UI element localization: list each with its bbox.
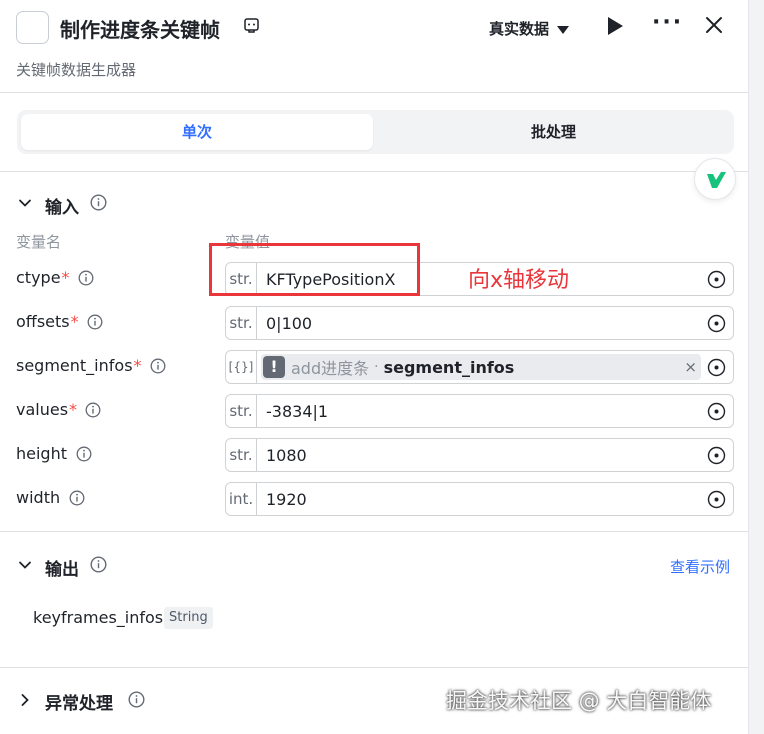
variable-select-icon[interactable] <box>707 314 726 333</box>
variable-select-icon[interactable] <box>707 358 726 377</box>
info-icon[interactable] <box>85 402 101 418</box>
chevron-down-icon[interactable] <box>18 196 32 210</box>
view-example-link[interactable]: 查看示例 <box>670 556 730 577</box>
param-input-values[interactable]: str. -3834|1 <box>225 394 734 428</box>
variable-select-icon[interactable] <box>707 446 726 465</box>
info-icon[interactable] <box>150 358 166 374</box>
scrollbar[interactable] <box>748 0 764 734</box>
column-header-name: 变量名 <box>16 233 62 251</box>
param-input-offsets[interactable]: str. 0|100 <box>225 306 734 340</box>
variable-select-icon[interactable] <box>707 402 726 421</box>
param-label-height: height <box>16 444 92 463</box>
data-mode-dropdown[interactable]: 真实数据 <box>489 18 570 39</box>
annotation-text: 向x轴移动 <box>468 268 570 293</box>
param-value[interactable]: 0|100 <box>257 314 733 333</box>
param-value[interactable]: 1920 <box>257 490 733 509</box>
node-config-panel: 制作进度条关键帧 关键帧数据生成器 真实数据 ··· 单次 批处理 输入 变量名… <box>0 0 748 734</box>
variable-select-icon[interactable] <box>707 490 726 509</box>
watermark: 掘金技术社区 @ 大白智能体 <box>446 689 712 713</box>
run-mode-tabs: 单次 批处理 <box>17 110 734 154</box>
param-value[interactable]: 1080 <box>257 446 733 465</box>
variable-select-icon[interactable] <box>707 270 726 289</box>
output-section-title: 输出 <box>45 560 79 580</box>
param-input-segment-infos[interactable]: [{}] ! add进度条 · segment_infos × <box>225 350 734 384</box>
divider <box>0 667 748 668</box>
param-input-height[interactable]: str. 1080 <box>225 438 734 472</box>
run-play-icon[interactable] <box>608 17 623 35</box>
variable-reference-chip[interactable]: ! add进度条 · segment_infos <box>261 354 701 380</box>
chevron-right-icon[interactable] <box>18 693 32 707</box>
chevron-down-icon[interactable] <box>18 558 32 572</box>
error-section-title: 异常处理 <box>45 694 113 714</box>
tab-single[interactable]: 单次 <box>21 114 373 150</box>
output-variable-name: keyframes_infos <box>33 608 164 627</box>
info-icon[interactable] <box>69 490 85 506</box>
annotation-highlight-box <box>209 243 420 296</box>
divider <box>0 531 748 532</box>
input-section-title: 输入 <box>45 198 79 218</box>
ref-node-name: add进度条 <box>291 359 370 378</box>
assistant-logo-button[interactable] <box>694 158 736 200</box>
info-icon[interactable] <box>76 446 92 462</box>
type-badge: str. <box>226 395 257 427</box>
type-badge: [{}] <box>226 351 257 383</box>
caret-down-icon <box>557 25 570 34</box>
info-icon[interactable] <box>90 194 107 211</box>
type-badge: int. <box>226 483 257 515</box>
node-icon <box>16 11 49 44</box>
ref-separator: · <box>374 359 379 375</box>
ref-variable-name: segment_infos <box>383 357 515 377</box>
close-icon[interactable] <box>702 13 726 37</box>
param-label-offsets: offsets * <box>16 312 103 331</box>
clear-reference-icon[interactable]: × <box>684 359 697 375</box>
tab-batch[interactable]: 批处理 <box>377 114 730 150</box>
edit-title-icon[interactable] <box>243 17 260 34</box>
divider <box>0 92 748 93</box>
node-title: 制作进度条关键帧 <box>60 18 220 42</box>
data-mode-label: 真实数据 <box>489 20 550 38</box>
output-type-badge: String <box>164 607 213 629</box>
info-icon[interactable] <box>128 691 145 708</box>
param-input-width[interactable]: int. 1920 <box>225 482 734 516</box>
param-label-width: width <box>16 488 85 507</box>
node-subtitle: 关键帧数据生成器 <box>16 61 137 79</box>
assistant-logo-icon <box>707 172 726 188</box>
type-badge: str. <box>226 439 257 471</box>
info-icon[interactable] <box>78 270 94 286</box>
param-label-values: values * <box>16 400 101 419</box>
more-options-icon[interactable]: ··· <box>652 12 683 34</box>
info-icon[interactable] <box>87 314 103 330</box>
param-label-ctype: ctype * <box>16 268 94 287</box>
param-value[interactable]: -3834|1 <box>257 402 733 421</box>
divider <box>0 171 748 172</box>
param-label-segment-infos: segment_infos * <box>16 356 166 375</box>
warning-icon: ! <box>263 356 285 378</box>
info-icon[interactable] <box>90 556 107 573</box>
type-badge: str. <box>226 307 257 339</box>
